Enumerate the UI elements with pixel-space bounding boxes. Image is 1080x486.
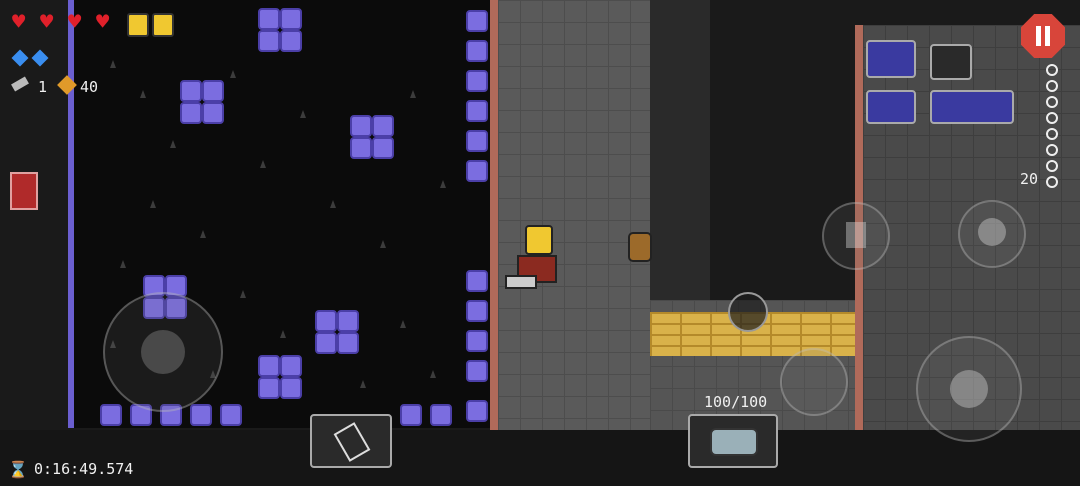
minimap-room <box>866 90 916 124</box>
heart-icon: ♥ <box>96 10 110 35</box>
joystick-knob[interactable] <box>141 330 185 374</box>
ammo-display: 100/100 <box>704 393 768 411</box>
heart-icon: ♥ <box>12 10 26 35</box>
item-slot[interactable] <box>310 414 392 468</box>
key-count: 1 <box>38 78 48 96</box>
shield-icon <box>152 13 174 37</box>
weapon-icon <box>846 222 866 248</box>
player-knight <box>505 225 565 295</box>
attack-button[interactable] <box>916 336 1022 442</box>
pause-icon <box>1036 26 1041 46</box>
move-joystick[interactable] <box>103 292 223 412</box>
item-tag-icon[interactable] <box>728 292 768 332</box>
item-tag-icon <box>333 422 371 462</box>
special-button[interactable] <box>780 348 848 416</box>
weapon-icon <box>710 428 758 456</box>
gun-icon <box>505 275 537 289</box>
run-timer: 0:16:49.574 <box>34 460 134 478</box>
minimap-room <box>930 90 1014 124</box>
skill-button[interactable] <box>958 200 1026 268</box>
chain-count: 20 <box>1020 170 1039 188</box>
heart-icon: ♥ <box>68 10 82 35</box>
hourglass-icon: ⌛ <box>8 460 28 479</box>
heart-icon: ♥ <box>40 10 54 35</box>
weapon-slot[interactable] <box>688 414 778 468</box>
minimap-room <box>866 40 916 78</box>
attack-knob[interactable] <box>950 370 988 408</box>
weapon-swap-button[interactable] <box>822 202 890 270</box>
coin-count: 40 <box>80 78 99 96</box>
barrel <box>628 232 652 262</box>
skill-icon <box>978 218 1006 246</box>
shield-icon <box>127 13 149 37</box>
minimap-room <box>930 44 972 80</box>
book-icon[interactable] <box>10 172 38 210</box>
